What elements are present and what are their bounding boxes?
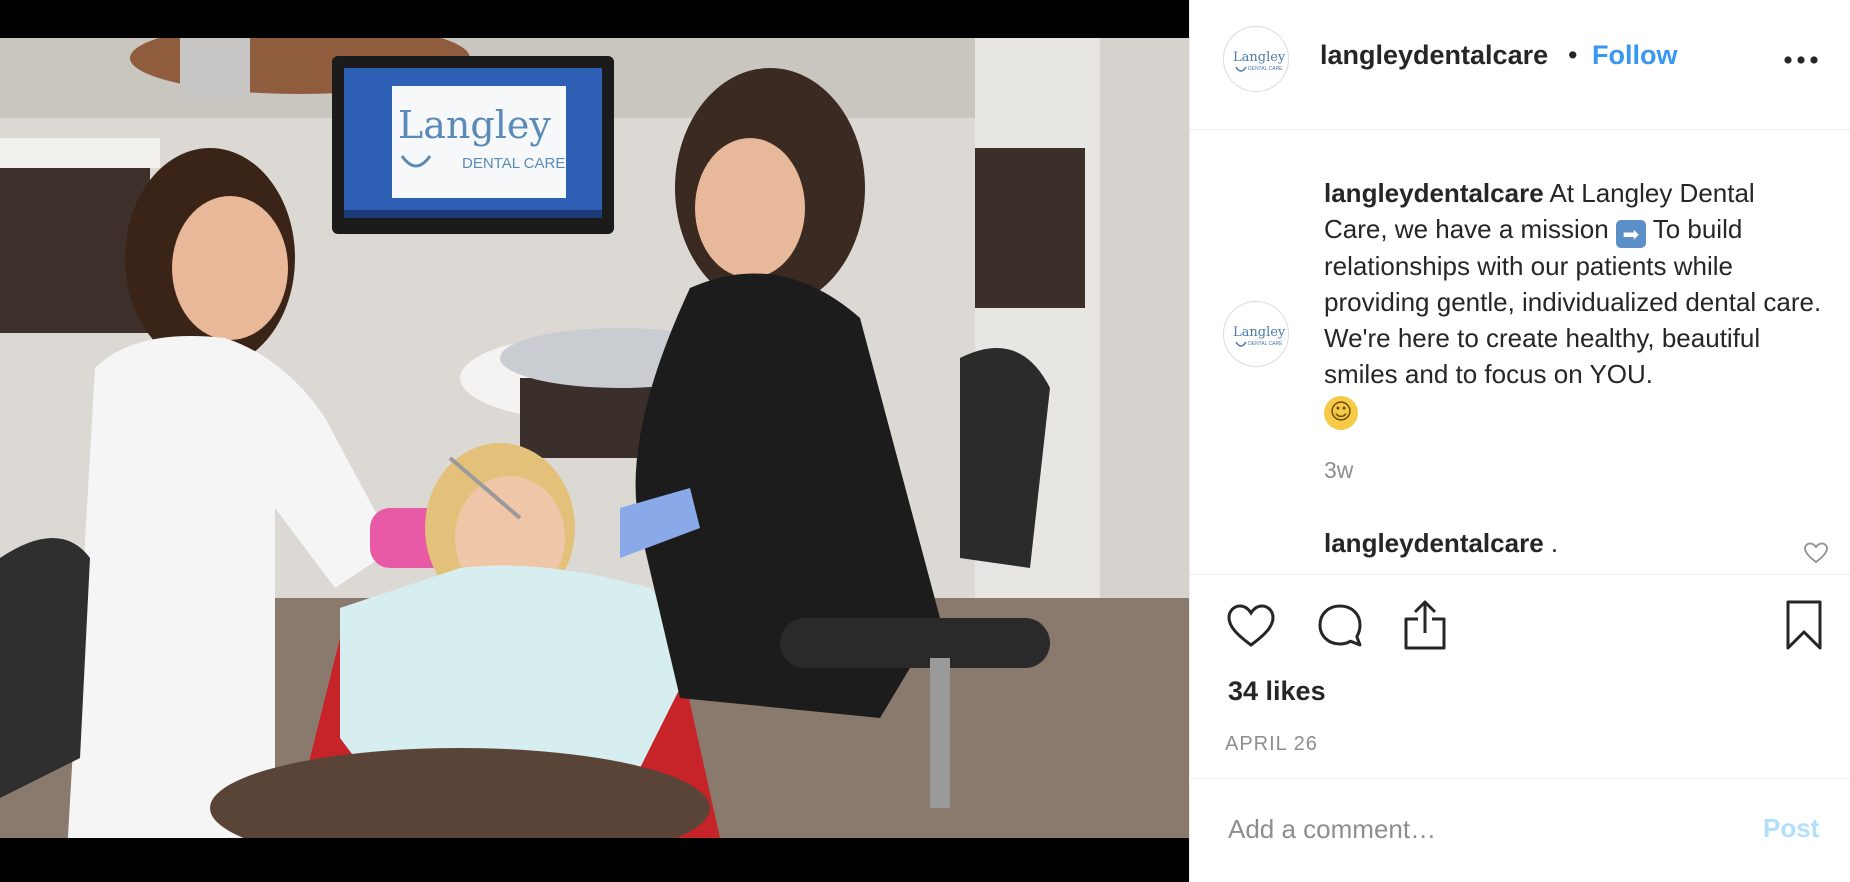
- speech-bubble-icon[interactable]: [1316, 602, 1364, 650]
- comment-item: langleydentalcare .: [1324, 528, 1558, 559]
- comment-like-heart-icon[interactable]: [1803, 541, 1829, 565]
- langley-logo-icon: Langley DENTAL CARE: [1224, 27, 1288, 91]
- post-photo[interactable]: Langley DENTAL CARE: [0, 38, 1189, 838]
- post-actions: 34 likes APRIL 26: [1190, 574, 1850, 778]
- post-date[interactable]: APRIL 26: [1225, 733, 1318, 756]
- right-arrow-emoji-icon: ➡: [1615, 220, 1646, 248]
- more-horizontal-icon[interactable]: [1781, 48, 1821, 72]
- comment-input[interactable]: [1228, 809, 1708, 849]
- instagram-post-view: Langley DENTAL CARE Langley DENTAL CARE …: [0, 0, 1850, 882]
- post-caption: langleydentalcare At Langley Dental Care…: [1324, 175, 1824, 430]
- likes-count[interactable]: 34 likes: [1228, 676, 1326, 707]
- langley-logo-icon: Langley DENTAL CARE: [1224, 302, 1288, 366]
- comments-section[interactable]: Langley DENTAL CARE langleydentalcare At…: [1190, 131, 1850, 574]
- monitor-logo-line1: Langley: [398, 103, 551, 147]
- grinning-face-emoji-icon: ☺: [1324, 396, 1358, 430]
- author-avatar[interactable]: Langley DENTAL CARE: [1223, 26, 1289, 92]
- add-comment-bar: Post: [1190, 778, 1850, 882]
- comment-text: .: [1550, 528, 1559, 558]
- post-side-panel: Langley DENTAL CARE langleydentalcare • …: [1189, 0, 1850, 882]
- caption-username[interactable]: langleydentalcare: [1324, 178, 1544, 208]
- avatar-logo-line2: DENTAL CARE: [1248, 66, 1283, 72]
- post-comment-button[interactable]: Post: [1763, 813, 1819, 844]
- share-icon[interactable]: [1402, 599, 1448, 651]
- comment-username[interactable]: langleydentalcare: [1324, 528, 1544, 558]
- caption-timestamp[interactable]: 3w: [1324, 457, 1353, 484]
- heart-icon[interactable]: [1226, 603, 1276, 649]
- post-header: Langley DENTAL CARE langleydentalcare • …: [1190, 0, 1850, 130]
- caption-avatar-logo-line1: Langley: [1233, 325, 1286, 340]
- avatar-logo-line1: Langley: [1233, 50, 1286, 65]
- author-username[interactable]: langleydentalcare: [1320, 40, 1548, 71]
- follow-button[interactable]: Follow: [1592, 40, 1677, 71]
- caption-avatar-logo-line2: DENTAL CARE: [1248, 341, 1283, 347]
- post-media: Langley DENTAL CARE: [0, 0, 1189, 882]
- monitor-logo-line2: DENTAL CARE: [462, 155, 565, 172]
- bookmark-icon[interactable]: [1784, 599, 1824, 651]
- header-separator: •: [1568, 40, 1578, 70]
- dental-office-photo: Langley DENTAL CARE: [0, 38, 1189, 838]
- caption-author-avatar[interactable]: Langley DENTAL CARE: [1223, 301, 1289, 367]
